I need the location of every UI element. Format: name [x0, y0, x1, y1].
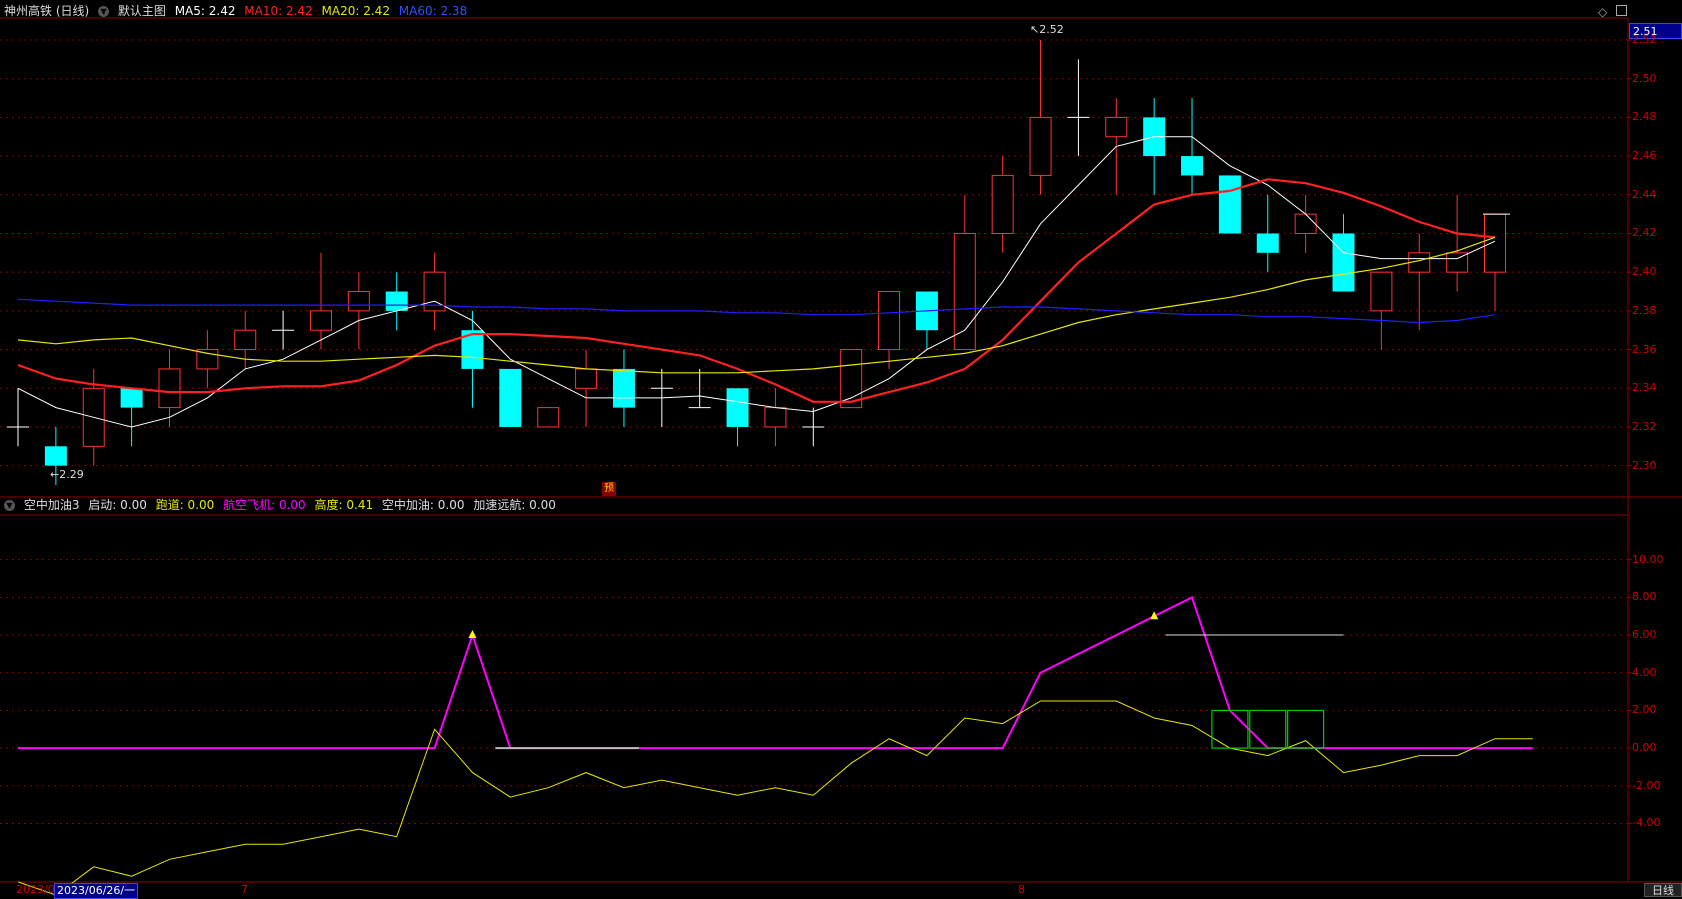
- ma60-label: MA60: 2.38: [398, 4, 468, 18]
- price-tick-label: 2.48: [1632, 110, 1657, 124]
- candle-body: [612, 368, 635, 408]
- candle-body: [385, 291, 408, 311]
- indicator-tick-label: 4.00: [1632, 665, 1657, 679]
- candle-body: [1370, 271, 1393, 312]
- candle-body: [1218, 175, 1241, 234]
- green-box: [1287, 709, 1325, 749]
- maximize-icon[interactable]: [1616, 5, 1627, 16]
- gaodu-line: [17, 700, 1533, 896]
- period-tab-daily[interactable]: 日线: [1644, 883, 1682, 897]
- price-tick-label: 2.36: [1632, 342, 1657, 356]
- stock-title[interactable]: 神州高铁 (日线): [4, 4, 89, 18]
- chart-canvas[interactable]: [0, 0, 1682, 897]
- ma-line-ma10: [17, 178, 1496, 403]
- indicator-tick-label: 2.00: [1632, 703, 1657, 717]
- chevron-down-icon[interactable]: ▼: [98, 6, 110, 17]
- candle-body: [1181, 156, 1204, 176]
- triangle-marker: [468, 630, 477, 639]
- candle-body: [878, 291, 901, 351]
- indicator-tick-label: -2.00: [1632, 778, 1661, 792]
- date-label-7: 7: [241, 883, 248, 896]
- main-chart-menu[interactable]: 默认主图: [118, 4, 166, 18]
- high-value: 2.52: [1039, 23, 1064, 36]
- candle-body: [499, 368, 522, 427]
- candle-body: [1105, 116, 1128, 138]
- candle-body: [158, 368, 181, 409]
- ma20-label: MA20: 2.42: [321, 4, 390, 18]
- price-tick-label: 2.46: [1632, 149, 1657, 163]
- candle-body: [1294, 213, 1317, 234]
- candle-body: [1484, 213, 1506, 273]
- indicator-tick-label: -4.00: [1632, 816, 1661, 830]
- indicator-tick-label: 10.00: [1632, 552, 1664, 566]
- paodao-label: 跑道: 0.00: [155, 498, 215, 512]
- main-header: 神州高铁 (日线) ▼ 默认主图 MA5: 2.42 MA10: 2.42 MA…: [4, 2, 472, 20]
- price-tick-label: 2.30: [1632, 458, 1657, 472]
- candle-body: [347, 291, 370, 312]
- candle-body: [575, 368, 598, 389]
- price-tick-label: 2.42: [1632, 226, 1657, 240]
- date-label-8: 8: [1018, 883, 1025, 896]
- indicator-name[interactable]: 空中加油3: [24, 498, 80, 512]
- green-box: [1211, 709, 1249, 749]
- price-tick-label: 2.32: [1632, 419, 1657, 433]
- green-box: [1249, 709, 1287, 749]
- price-tick-label: 2.34: [1632, 381, 1657, 395]
- indicator-tick-label: 8.00: [1632, 590, 1657, 604]
- indicator-header: ▼ 空中加油3 启动: 0.00 跑道: 0.00 航空飞机: 0.00 高度:…: [4, 496, 561, 514]
- price-tick-label: 2.40: [1632, 265, 1657, 279]
- diamond-icon[interactable]: ◇: [1598, 5, 1607, 19]
- candle-body: [1332, 233, 1355, 292]
- hangkong-label: 航空飞机: 0.00: [223, 498, 306, 512]
- candle-body: [764, 407, 787, 428]
- kongzhong-label: 空中加油: 0.00: [381, 498, 465, 512]
- gaodu-label: 高度: 0.41: [314, 498, 374, 512]
- ma10-label: MA10: 2.42: [244, 4, 313, 18]
- ma5-label: MA5: 2.42: [174, 4, 236, 18]
- high-annotation: ↖2.52: [1030, 23, 1064, 36]
- forecast-badge[interactable]: 预: [602, 482, 616, 496]
- candle-body: [309, 310, 332, 331]
- chevron-down-icon[interactable]: ▼: [4, 500, 15, 511]
- qidong-label: 启动: 0.00: [88, 498, 147, 512]
- candle-body: [44, 446, 67, 466]
- candle-body: [726, 388, 749, 427]
- candle-body: [537, 407, 560, 428]
- price-tick-label: 2.38: [1632, 303, 1657, 317]
- low-annotation: ←2.29: [50, 468, 84, 481]
- price-tick-label: 2.52: [1632, 33, 1657, 46]
- jiasu-label: 加速远航: 0.00: [473, 498, 556, 512]
- candle-body: [120, 388, 143, 408]
- price-tick-label: 2.44: [1632, 187, 1657, 201]
- candle-body: [1029, 116, 1052, 176]
- candle-body: [234, 329, 257, 351]
- candle-body: [991, 174, 1014, 234]
- indicator-tick-label: 0.00: [1632, 741, 1657, 755]
- candle-body: [953, 232, 976, 351]
- indicator-tick-label: 6.00: [1632, 628, 1657, 642]
- candle-body: [1256, 233, 1279, 253]
- price-tick-label: 2.50: [1632, 71, 1657, 85]
